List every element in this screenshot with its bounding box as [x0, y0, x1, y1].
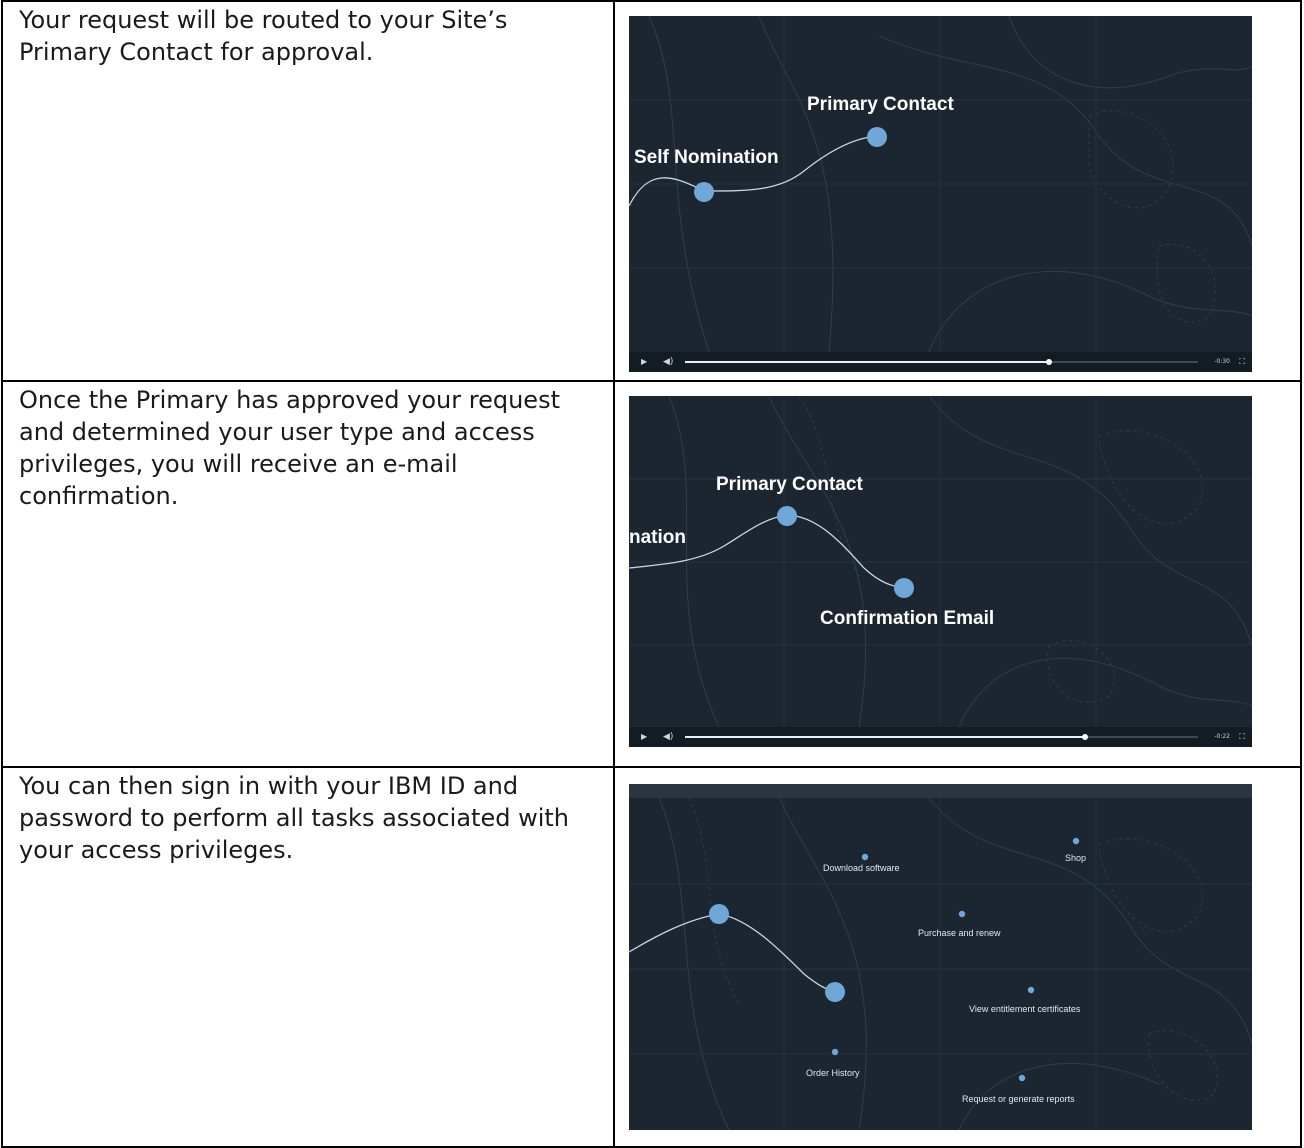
progress-knob[interactable] [1046, 359, 1053, 365]
fullscreen-icon[interactable]: ⛶ [1239, 727, 1245, 747]
primary-contact-label: Primary Contact [807, 94, 954, 115]
download-software-label: Download software [823, 863, 900, 873]
order-history-label: Order History [806, 1068, 860, 1078]
text-cell: You can then sign in with your IBM ID an… [1, 766, 615, 1148]
video-player[interactable]: Download software Shop Purchase and rene… [629, 784, 1252, 1130]
video-controls: ▶ ◀) -0:30 ⛶ [629, 352, 1252, 372]
play-icon[interactable]: ▶ [641, 352, 647, 372]
task-dot [1027, 986, 1035, 994]
table-row: Your request will be routed to your Site… [1, 0, 1302, 382]
step-description: You can then sign in with your IBM ID an… [19, 772, 569, 864]
step-description: Your request will be routed to your Site… [19, 6, 508, 66]
reports-label: Request or generate reports [962, 1094, 1075, 1104]
progress-fill [685, 361, 1050, 363]
self-nomination-label: Self Nomination [634, 147, 779, 168]
play-icon[interactable]: ▶ [641, 727, 647, 747]
time-remaining: -0:30 [1214, 358, 1230, 365]
progress-fill [685, 736, 1086, 738]
entitlement-certificates-label: View entitlement certificates [969, 1004, 1081, 1014]
task-dot [1018, 1074, 1026, 1082]
fullscreen-icon[interactable]: ⛶ [1239, 352, 1245, 372]
volume-icon[interactable]: ◀) [663, 727, 673, 747]
video-player[interactable]: Primary Contact Self Nomination ▶ ◀) -0:… [629, 16, 1252, 372]
purchase-renew-label: Purchase and renew [918, 928, 1001, 938]
progress-knob[interactable] [1082, 734, 1089, 740]
confirmation-email-node [894, 578, 914, 598]
video-frame: Primary Contact nation Confirmation Emai… [629, 396, 1252, 727]
progress-bar[interactable] [685, 359, 1198, 365]
video-frame: Download software Shop Purchase and rene… [629, 784, 1252, 1130]
primary-contact-node [709, 904, 729, 924]
video-controls: ▶ ◀) -0:22 ⛶ [629, 727, 1252, 747]
primary-contact-node [867, 127, 887, 147]
table-row: You can then sign in with your IBM ID an… [1, 766, 1302, 1148]
video-frame: Primary Contact Self Nomination [629, 16, 1252, 352]
primary-contact-label: Primary Contact [716, 474, 863, 495]
task-dot [958, 910, 966, 918]
self-nomination-label: nation [629, 527, 686, 548]
media-cell: Primary Contact Self Nomination ▶ ◀) -0:… [613, 0, 1302, 382]
table-row: Once the Primary has approved your reque… [1, 380, 1302, 768]
video-player[interactable]: Primary Contact nation Confirmation Emai… [629, 396, 1252, 747]
progress-bar[interactable] [685, 734, 1198, 740]
confirmation-email-node [825, 982, 845, 1002]
media-cell: Primary Contact nation Confirmation Emai… [613, 380, 1302, 768]
text-cell: Once the Primary has approved your reque… [1, 380, 615, 768]
time-remaining: -0:22 [1214, 733, 1230, 740]
volume-icon[interactable]: ◀) [663, 352, 673, 372]
task-dot [831, 1048, 839, 1056]
self-nomination-node [694, 182, 714, 202]
shop-label: Shop [1065, 853, 1086, 863]
task-dot [1072, 837, 1080, 845]
step-description: Once the Primary has approved your reque… [19, 386, 560, 510]
media-cell: Download software Shop Purchase and rene… [613, 766, 1302, 1148]
confirmation-email-label: Confirmation Email [820, 608, 994, 629]
primary-contact-node [777, 506, 797, 526]
content-table: Your request will be routed to your Site… [1, 0, 1302, 1148]
text-cell: Your request will be routed to your Site… [1, 0, 615, 382]
task-dot [861, 853, 869, 861]
